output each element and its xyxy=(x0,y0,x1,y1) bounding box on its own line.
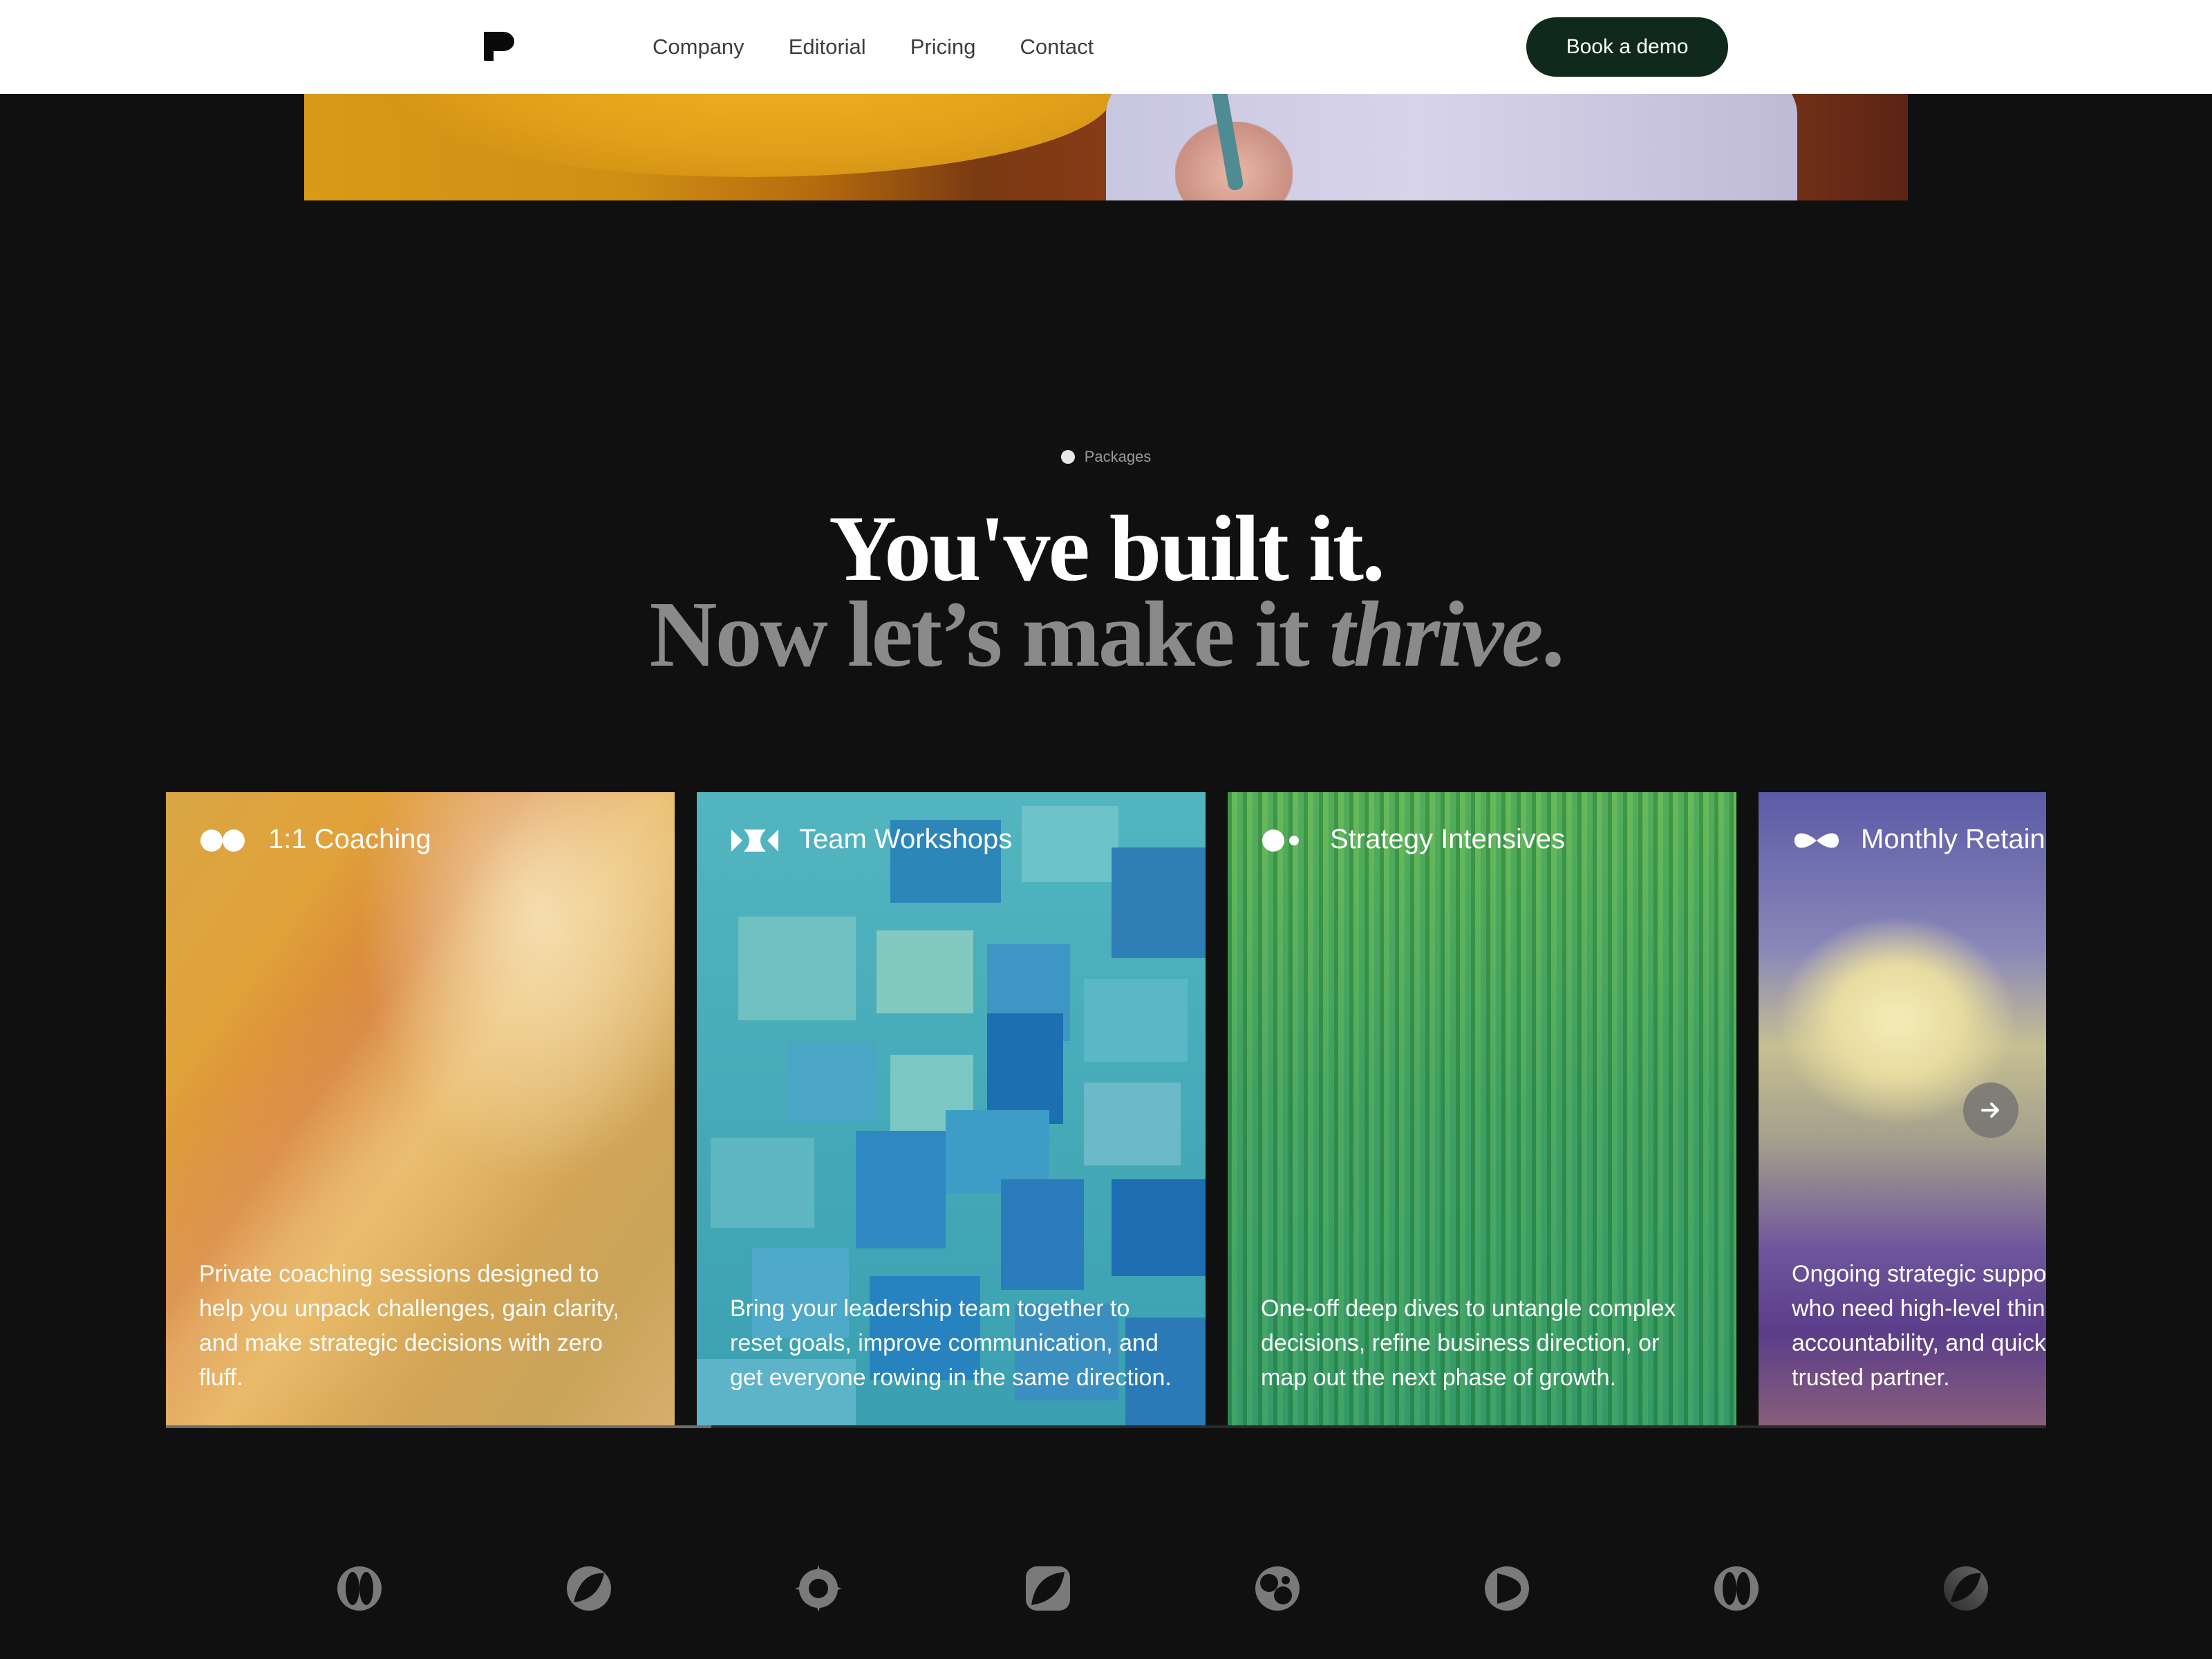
infinity-icon xyxy=(1794,833,1839,848)
package-card-workshops[interactable]: Team Workshops Bring your leadership tea… xyxy=(697,792,1206,1428)
card-description: Bring your leadership team together to r… xyxy=(730,1295,1172,1391)
card-title: Strategy Intensives xyxy=(1330,824,1566,854)
bubble-circle-logo xyxy=(1255,1566,1300,1611)
partner-logo-row xyxy=(0,1564,2212,1613)
hero-image xyxy=(304,94,1908,200)
headline-emphasis: thrive xyxy=(1329,583,1544,686)
headline-line-2-suffix: . xyxy=(1541,583,1565,686)
play-circle-logo xyxy=(1485,1566,1529,1611)
circle-and-dot-icon xyxy=(1262,830,1299,852)
nav-link-editorial[interactable]: Editorial xyxy=(789,35,866,59)
split-circle-logo xyxy=(337,1566,382,1611)
diamond-circle-logo xyxy=(795,1565,842,1612)
headline-line-2-prefix: Now let’s make it xyxy=(649,583,1329,686)
two-circles-icon xyxy=(200,830,245,852)
nav-link-company[interactable]: Company xyxy=(653,35,744,59)
top-nav: Company Editorial Pricing Contact Book a… xyxy=(0,0,2212,94)
card-description: One-off deep dives to untangle complex d… xyxy=(1261,1295,1676,1391)
card-title: 1:1 Coaching xyxy=(268,824,431,854)
package-card-coaching[interactable]: 1:1 Coaching Private coaching sessions d… xyxy=(166,792,675,1428)
arrow-right-icon xyxy=(1981,1103,1999,1118)
brand-logo-icon[interactable] xyxy=(482,30,516,64)
nav-link-pricing[interactable]: Pricing xyxy=(910,35,976,59)
faded-slash-circle-logo xyxy=(1944,1566,1988,1611)
bowtie-shapes-icon xyxy=(731,830,778,852)
packages-carousel: 1:1 Coaching Private coaching sessions d… xyxy=(166,792,2046,1428)
nav-links: Company Editorial Pricing Contact xyxy=(653,0,1138,94)
carousel-progress-fill xyxy=(166,1425,711,1428)
hero-cup-shape xyxy=(387,94,1113,177)
card-title: Team Workshops xyxy=(799,824,1013,854)
section-eyebrow: Packages xyxy=(0,448,2212,466)
headline-line-2: Now let’s make it thrive. xyxy=(0,581,2212,688)
card-title: Monthly Retainer xyxy=(1861,824,2046,854)
card-description: Ongoing strategic support for founders w… xyxy=(1792,1261,2046,1391)
eyebrow-dot-icon xyxy=(1060,450,1075,464)
nav-link-contact[interactable]: Contact xyxy=(1020,35,1094,59)
eyebrow-label: Packages xyxy=(1084,448,1152,465)
book-demo-button[interactable]: Book a demo xyxy=(1526,17,1728,77)
slash-circle-logo xyxy=(567,1566,611,1611)
rounded-square-logo xyxy=(1026,1566,1070,1611)
split-circle-logo xyxy=(1714,1566,1759,1611)
carousel-next-button[interactable] xyxy=(1963,1082,2018,1138)
package-card-strategy[interactable]: Strategy Intensives One-off deep dives t… xyxy=(1228,792,1736,1428)
card-description: Private coaching sessions designed to he… xyxy=(199,1261,619,1391)
